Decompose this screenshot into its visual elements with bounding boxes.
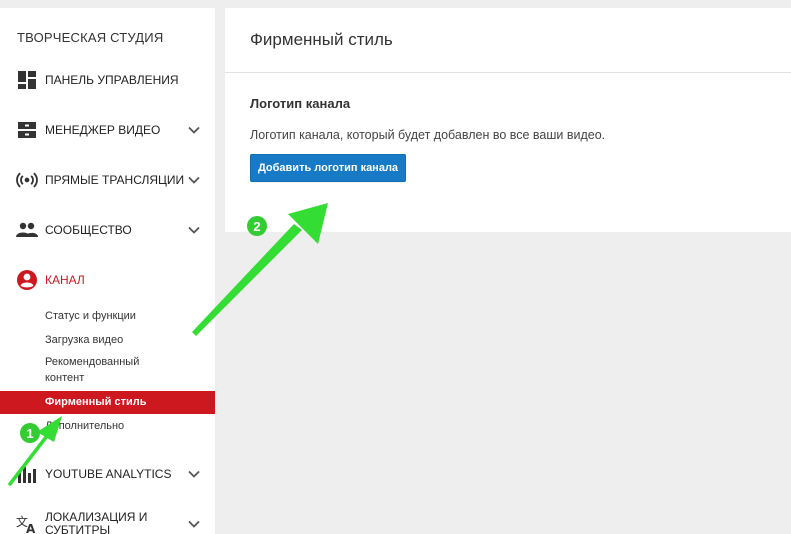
branding-card: Фирменный стиль Логотип канала Логотип к… <box>225 8 791 232</box>
annotation-badge-2: 2 <box>247 216 267 236</box>
page-title: Фирменный стиль <box>250 30 393 49</box>
add-channel-logo-button[interactable]: Добавить логотип канала <box>250 154 406 182</box>
sidebar-item-community[interactable]: СООБЩЕСТВО <box>0 210 215 250</box>
sub-item-status-features[interactable]: Статус и функции <box>0 308 215 324</box>
live-broadcast-icon <box>16 169 38 191</box>
sub-item-label-line2: контент <box>45 372 85 384</box>
sidebar-item-label: ЛОКАЛИЗАЦИЯ И СУБТИТРЫ <box>45 511 147 534</box>
channel-icon <box>16 269 38 291</box>
sub-item-branding[interactable]: Фирменный стиль <box>0 391 215 414</box>
analytics-icon <box>16 463 38 485</box>
chevron-down-icon[interactable] <box>187 173 201 187</box>
sidebar-item-live[interactable]: ПРЯМЫЕ ТРАНСЛЯЦИИ <box>0 160 215 200</box>
sub-item-label-line1: Рекомендованный <box>45 356 140 368</box>
translate-icon: 文A <box>16 513 38 534</box>
studio-title: ТВОРЧЕСКАЯ СТУДИЯ <box>17 30 164 45</box>
section-title: Логотип канала <box>250 96 351 111</box>
sidebar-item-localization[interactable]: 文A ЛОКАЛИЗАЦИЯ И СУБТИТРЫ <box>0 504 215 534</box>
sidebar-item-label: КАНАЛ <box>45 272 85 287</box>
sub-item-featured-content[interactable]: Рекомендованный контент <box>0 354 215 386</box>
sidebar-item-analytics[interactable]: YOUTUBE ANALYTICS <box>0 454 215 494</box>
annotation-badge-1: 1 <box>20 423 40 443</box>
chevron-down-icon[interactable] <box>187 123 201 137</box>
sidebar-item-video-manager[interactable]: МЕНЕДЖЕР ВИДЕО <box>0 110 215 150</box>
chevron-down-icon[interactable] <box>187 223 201 237</box>
sidebar-item-label: ПАНЕЛЬ УПРАВЛЕНИЯ <box>45 72 179 87</box>
dashboard-icon <box>16 69 38 91</box>
sidebar-item-channel[interactable]: КАНАЛ <box>0 260 215 300</box>
sidebar-item-dashboard[interactable]: ПАНЕЛЬ УПРАВЛЕНИЯ <box>0 60 215 100</box>
chevron-down-icon[interactable] <box>187 467 201 481</box>
sub-item-upload-defaults[interactable]: Загрузка видео <box>0 332 215 348</box>
section-description: Логотип канала, который будет добавлен в… <box>250 128 606 142</box>
label-line2: СУБТИТРЫ <box>45 523 111 534</box>
sidebar-item-label: МЕНЕДЖЕР ВИДЕО <box>45 122 161 137</box>
community-icon <box>16 219 38 241</box>
svg-text:A: A <box>26 522 36 534</box>
sidebar-item-label: ПРЯМЫЕ ТРАНСЛЯЦИИ <box>45 172 185 187</box>
page-header: Фирменный стиль <box>225 8 791 73</box>
sidebar: ТВОРЧЕСКАЯ СТУДИЯ ПАНЕЛЬ УПРАВЛЕНИЯ МЕНЕ… <box>0 8 215 534</box>
sidebar-item-label: YOUTUBE ANALYTICS <box>45 466 172 481</box>
sidebar-item-label: СООБЩЕСТВО <box>45 222 132 237</box>
video-manager-icon <box>16 119 38 141</box>
chevron-down-icon[interactable] <box>187 517 201 531</box>
